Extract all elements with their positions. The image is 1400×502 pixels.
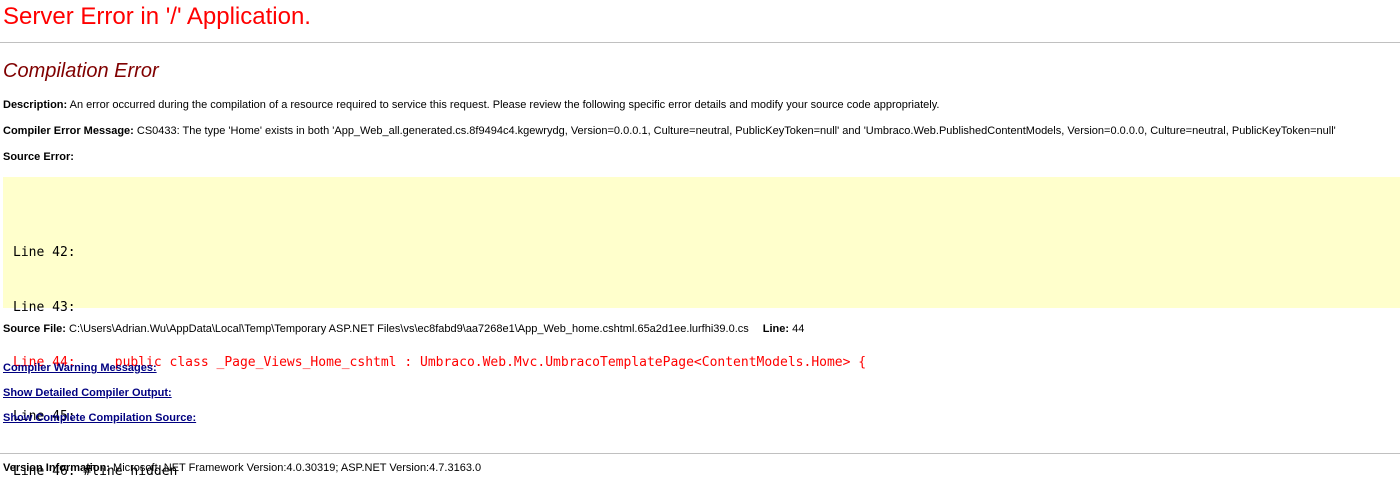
- source-error-code-box: Line 42: Line 43: Line 44: public class …: [3, 177, 1400, 479]
- description-line: Description: An error occurred during th…: [3, 98, 939, 112]
- source-error-label: Source Error:: [3, 151, 74, 163]
- show-detailed-compiler-output-link[interactable]: Show Detailed Compiler Output:: [3, 386, 172, 400]
- source-file-path: C:\Users\Adrian.Wu\AppData\Local\Temp\Te…: [65, 323, 749, 335]
- page-subtitle: Compilation Error: [3, 60, 159, 82]
- compiler-error-label: Compiler Error Message:: [3, 125, 134, 137]
- source-code-lines: Line 42: Line 43: Line 44: public class …: [13, 208, 866, 502]
- bottom-divider: [0, 453, 1400, 454]
- description-text: An error occurred during the compilation…: [67, 99, 940, 111]
- source-file-label: Source File:: [3, 323, 66, 335]
- compiler-error-text: CS0433: The type 'Home' exists in both '…: [133, 125, 1336, 137]
- compiler-error-line: Compiler Error Message: CS0433: The type…: [3, 124, 1336, 138]
- version-information-line: Version Information: Microsoft .NET Fram…: [3, 461, 481, 475]
- show-complete-compilation-source-link[interactable]: Show Complete Compilation Source:: [3, 411, 196, 425]
- source-line-value: 44: [789, 323, 805, 335]
- source-file-line: Source File: C:\Users\Adrian.Wu\AppData\…: [3, 322, 804, 336]
- version-label: Version Information:: [3, 462, 110, 474]
- source-error-heading: Source Error:: [3, 150, 74, 164]
- error-page: { "page": { "title": "Server Error in '/…: [0, 0, 1400, 502]
- source-line-label: Line:: [762, 323, 790, 335]
- source-code-line: Line 43:: [13, 300, 76, 315]
- description-label: Description:: [3, 99, 68, 111]
- source-code-line: Line 42:: [13, 245, 76, 261]
- version-text: Microsoft .NET Framework Version:4.0.303…: [109, 462, 482, 474]
- top-divider: [0, 42, 1400, 43]
- compiler-warning-messages-link[interactable]: Compiler Warning Messages:: [3, 361, 157, 375]
- page-title: Server Error in '/' Application.: [3, 3, 311, 30]
